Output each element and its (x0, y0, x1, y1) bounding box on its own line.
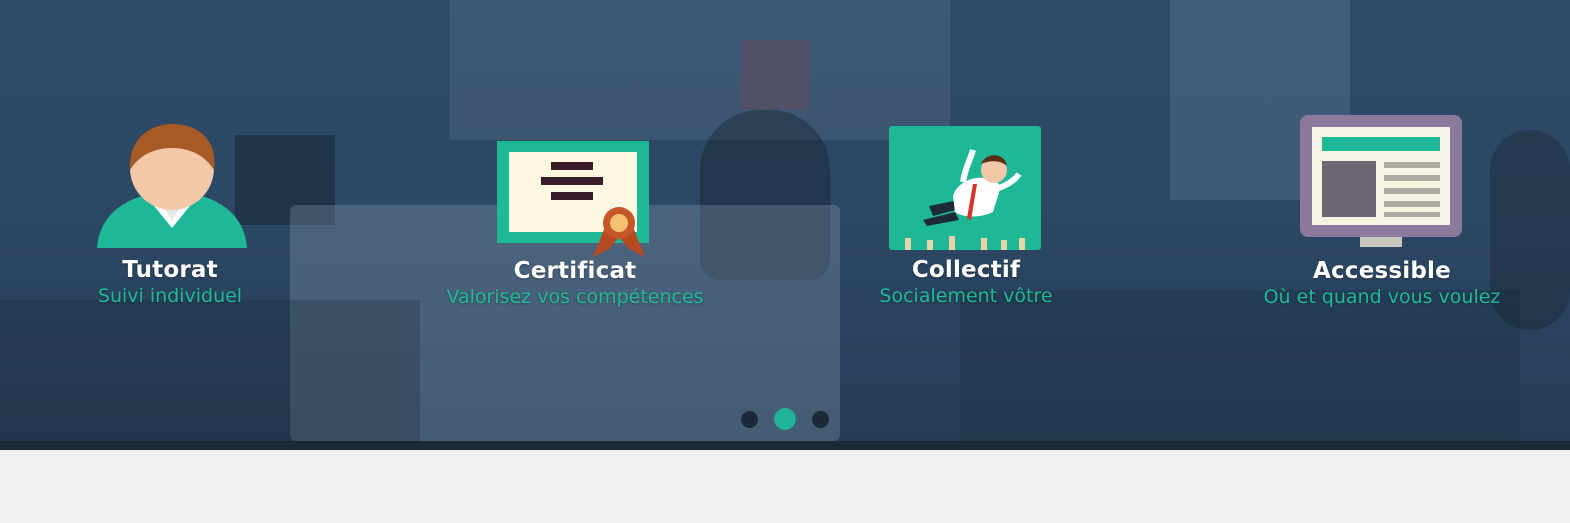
carousel-dot-3[interactable] (812, 410, 829, 428)
tutor-avatar-icon (96, 124, 248, 252)
carousel-dot-1[interactable] (741, 410, 758, 428)
hero-bottom-bar (0, 441, 1570, 450)
page-content-area (0, 450, 1570, 523)
hero-banner: Tutorat Suivi individuel Certificat Valo… (0, 0, 1570, 441)
certificate-icon (497, 141, 649, 263)
feature-subtitle: Où et quand vous voulez (1263, 286, 1501, 308)
feature-certificat: Certificat Valorisez vos compétences (405, 258, 745, 308)
carousel-dot-2[interactable] (774, 408, 796, 430)
crowd-surf-icon (889, 126, 1041, 254)
feature-collectif: Collectif Socialement vôtre (796, 257, 1136, 307)
feature-carousel-slide: Tutorat Suivi individuel Certificat Valo… (0, 0, 1570, 441)
feature-title: Tutorat (122, 257, 218, 283)
feature-subtitle: Suivi individuel (97, 285, 243, 307)
monitor-icon (1300, 115, 1462, 253)
carousel-pagination (0, 408, 1570, 430)
feature-title: Collectif (911, 257, 1021, 283)
feature-subtitle: Socialement vôtre (879, 285, 1053, 307)
feature-subtitle: Valorisez vos compétences (446, 286, 704, 308)
feature-title: Accessible (1313, 258, 1451, 284)
feature-accessible: Accessible Où et quand vous voulez (1212, 258, 1552, 308)
feature-title: Certificat (513, 258, 637, 284)
feature-tutorat: Tutorat Suivi individuel (0, 257, 340, 307)
